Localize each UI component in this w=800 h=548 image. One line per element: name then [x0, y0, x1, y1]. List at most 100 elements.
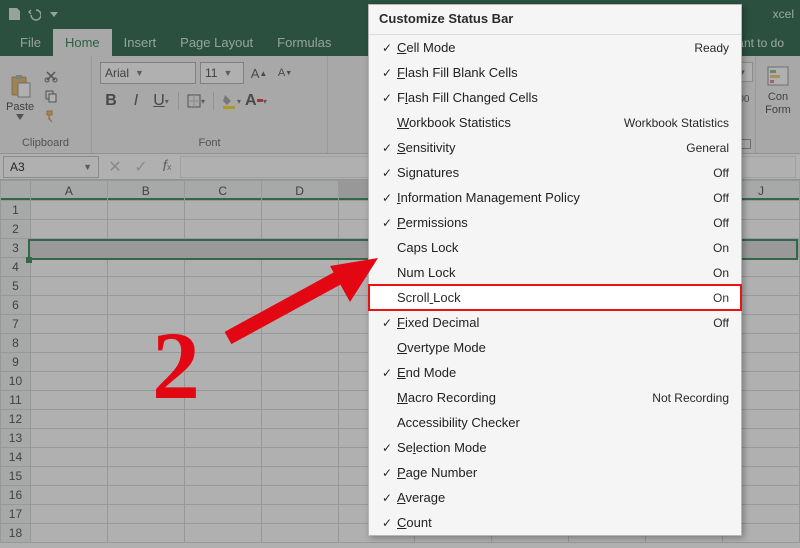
column-header[interactable]: C	[184, 181, 261, 201]
tab-home[interactable]: Home	[53, 29, 112, 56]
cell[interactable]	[30, 429, 107, 448]
cell[interactable]	[30, 239, 107, 258]
dialog-launcher-icon[interactable]	[741, 139, 751, 149]
row-header[interactable]: 16	[1, 486, 31, 505]
borders-button[interactable]: ▾	[185, 90, 207, 112]
cell[interactable]	[107, 429, 184, 448]
cell[interactable]	[184, 239, 261, 258]
cell[interactable]	[184, 201, 261, 220]
status-bar-option[interactable]: ✓End Mode	[369, 360, 741, 385]
row-header[interactable]: 17	[1, 505, 31, 524]
cell[interactable]	[261, 505, 338, 524]
status-bar-option[interactable]: ✓Cell ModeReady	[369, 35, 741, 60]
column-header[interactable]: A	[30, 181, 107, 201]
italic-button[interactable]: I	[125, 90, 147, 112]
status-bar-option[interactable]: Caps LockOn	[369, 235, 741, 260]
cell[interactable]	[261, 391, 338, 410]
status-bar-option[interactable]: Macro RecordingNot Recording	[369, 385, 741, 410]
status-bar-option[interactable]: ✓Flash Fill Changed Cells	[369, 85, 741, 110]
column-header[interactable]: B	[107, 181, 184, 201]
cell[interactable]	[30, 372, 107, 391]
cell[interactable]	[261, 467, 338, 486]
cell[interactable]	[261, 486, 338, 505]
cell[interactable]	[30, 277, 107, 296]
status-bar-option[interactable]: ✓Flash Fill Blank Cells	[369, 60, 741, 85]
tab-file[interactable]: File	[8, 29, 53, 56]
cell[interactable]	[30, 467, 107, 486]
row-header[interactable]: 2	[1, 220, 31, 239]
cell[interactable]	[261, 448, 338, 467]
enter-icon[interactable]: ✓	[128, 156, 154, 178]
conditional-formatting-button[interactable]: Con Form	[764, 62, 792, 116]
cell[interactable]	[30, 296, 107, 315]
font-color-button[interactable]: A▾	[245, 90, 267, 112]
copy-button[interactable]	[40, 87, 62, 105]
row-header[interactable]: 7	[1, 315, 31, 334]
row-header[interactable]: 14	[1, 448, 31, 467]
cell[interactable]	[30, 334, 107, 353]
status-bar-option[interactable]: ✓Information Management PolicyOff	[369, 185, 741, 210]
cell[interactable]	[261, 353, 338, 372]
status-bar-option[interactable]: Scroll LockOn	[369, 285, 741, 310]
row-header[interactable]: 1	[1, 201, 31, 220]
status-bar-option[interactable]: ✓Selection Mode	[369, 435, 741, 460]
cell[interactable]	[261, 220, 338, 239]
cell[interactable]	[30, 486, 107, 505]
cell[interactable]	[107, 486, 184, 505]
status-bar-option[interactable]: Workbook StatisticsWorkbook Statistics	[369, 110, 741, 135]
grow-font-button[interactable]: A▲	[248, 62, 270, 84]
name-box[interactable]: A3▼	[3, 156, 99, 178]
underline-button[interactable]: U▾	[150, 90, 172, 112]
cell[interactable]	[184, 486, 261, 505]
cell[interactable]	[107, 220, 184, 239]
status-bar-option[interactable]: ✓PermissionsOff	[369, 210, 741, 235]
cell[interactable]	[30, 505, 107, 524]
cell[interactable]	[30, 524, 107, 543]
cell[interactable]	[261, 372, 338, 391]
font-name-combo[interactable]: Arial▼	[100, 62, 196, 84]
cancel-icon[interactable]: ✕	[102, 156, 128, 178]
row-header[interactable]: 8	[1, 334, 31, 353]
column-header[interactable]: D	[261, 181, 338, 201]
select-all-corner[interactable]	[1, 181, 31, 201]
cell[interactable]	[30, 201, 107, 220]
status-bar-option[interactable]: ✓Average	[369, 485, 741, 510]
row-header[interactable]: 5	[1, 277, 31, 296]
cut-button[interactable]	[40, 67, 62, 85]
fill-color-button[interactable]: ▾	[220, 90, 242, 112]
cell[interactable]	[107, 448, 184, 467]
cell[interactable]	[107, 524, 184, 543]
cell[interactable]	[107, 277, 184, 296]
cell[interactable]	[261, 524, 338, 543]
row-header[interactable]: 15	[1, 467, 31, 486]
cell[interactable]	[30, 315, 107, 334]
row-header[interactable]: 10	[1, 372, 31, 391]
row-header[interactable]: 9	[1, 353, 31, 372]
cell[interactable]	[184, 220, 261, 239]
cell[interactable]	[184, 524, 261, 543]
cell[interactable]	[261, 429, 338, 448]
row-header[interactable]: 13	[1, 429, 31, 448]
tab-formulas[interactable]: Formulas	[265, 29, 343, 56]
cell[interactable]	[107, 258, 184, 277]
undo-icon[interactable]	[26, 6, 42, 22]
cell[interactable]	[30, 448, 107, 467]
shrink-font-button[interactable]: A▼	[274, 62, 296, 84]
status-bar-option[interactable]: Num LockOn	[369, 260, 741, 285]
status-bar-option[interactable]: ✓SignaturesOff	[369, 160, 741, 185]
chevron-down-icon[interactable]	[46, 6, 62, 22]
save-icon[interactable]	[6, 6, 22, 22]
bold-button[interactable]: B	[100, 90, 122, 112]
row-header[interactable]: 6	[1, 296, 31, 315]
font-size-combo[interactable]: 11▼	[200, 62, 244, 84]
status-bar-option[interactable]: ✓SensitivityGeneral	[369, 135, 741, 160]
cell[interactable]	[184, 467, 261, 486]
status-bar-option[interactable]: ✓Page Number	[369, 460, 741, 485]
status-bar-option[interactable]: Accessibility Checker	[369, 410, 741, 435]
cell[interactable]	[261, 239, 338, 258]
cell[interactable]	[30, 391, 107, 410]
row-header[interactable]: 12	[1, 410, 31, 429]
cell[interactable]	[30, 220, 107, 239]
status-bar-option[interactable]: Overtype Mode	[369, 335, 741, 360]
cell[interactable]	[261, 410, 338, 429]
